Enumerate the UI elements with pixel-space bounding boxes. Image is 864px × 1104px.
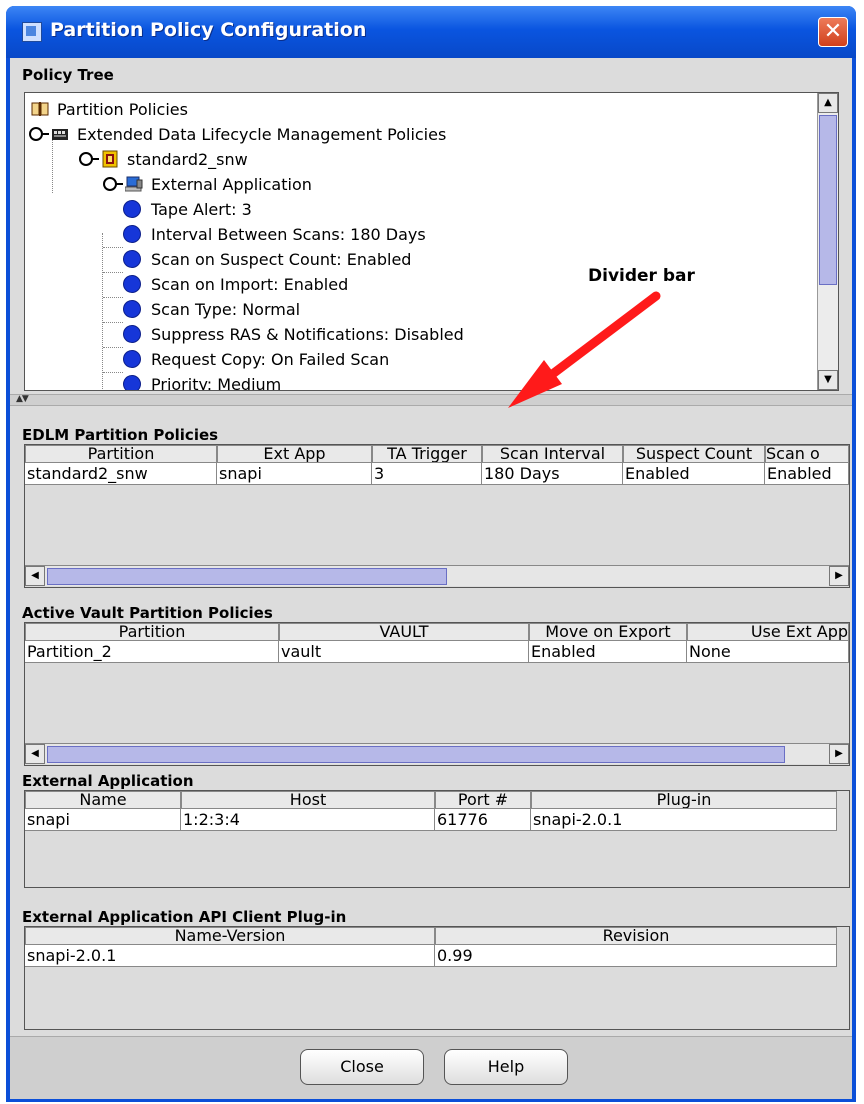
annotation-arrow	[508, 291, 661, 408]
annotation-arrow-shaft	[533, 291, 661, 390]
annotation-arrow-head	[508, 360, 562, 408]
